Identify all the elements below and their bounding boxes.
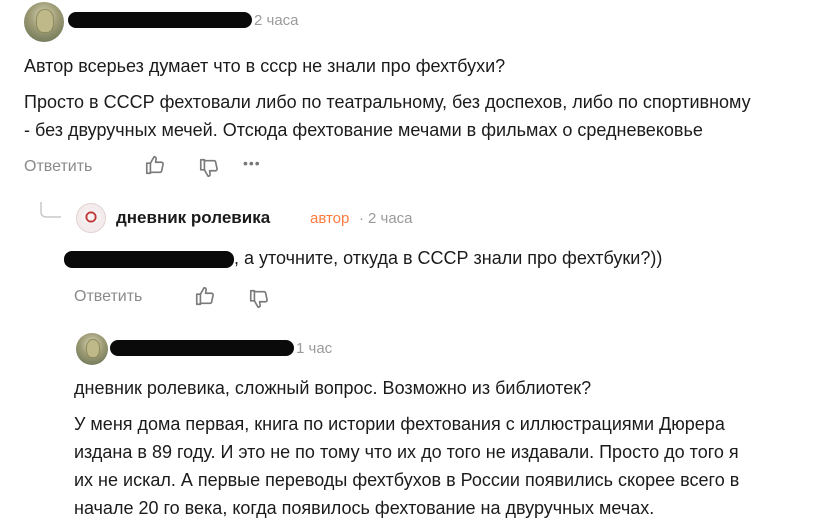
comment-text: У меня дома первая, книга по истории фех… xyxy=(74,414,725,434)
mention-redacted[interactable] xyxy=(64,251,234,268)
comment-text: Просто в СССР фехтовали либо по театраль… xyxy=(24,92,751,112)
comment-text: - без двуручных мечей. Отсюда фехтование… xyxy=(24,120,703,140)
comment-text: дневник ролевика, сложный вопрос. Возмож… xyxy=(74,378,592,398)
separator: · xyxy=(359,210,364,227)
reply-button[interactable]: Ответить xyxy=(24,158,92,176)
dislike-icon[interactable] xyxy=(248,288,270,310)
comment-text: , а уточните, откуда в СССР знали про фе… xyxy=(234,248,663,268)
comment-text: издана в 89 году. И это не по тому что и… xyxy=(74,442,739,462)
author-name[interactable]: дневник ролевика xyxy=(116,208,270,228)
comment-time: 2 часа xyxy=(254,12,299,29)
reply-button[interactable]: Ответить xyxy=(74,288,142,306)
like-icon[interactable] xyxy=(194,285,216,307)
more-icon[interactable]: ••• xyxy=(243,155,261,171)
comment-time: 1 час xyxy=(296,340,333,357)
avatar[interactable] xyxy=(76,333,108,365)
username-redacted[interactable] xyxy=(110,340,294,356)
comment-text: Автор всерьез думает что в ссср не знали… xyxy=(24,56,506,76)
comment-text: их не искал. А первые переводы фехтбухов… xyxy=(74,470,740,490)
author-badge: автор xyxy=(310,210,350,227)
comment-time: 2 часа xyxy=(368,210,413,227)
avatar[interactable] xyxy=(24,2,64,42)
avatar[interactable] xyxy=(76,203,106,233)
username-redacted[interactable] xyxy=(68,12,252,28)
comment-text: начале 20 го века, когда появилось фехто… xyxy=(74,498,655,518)
thread-line-icon xyxy=(40,202,62,220)
like-icon[interactable] xyxy=(144,154,166,176)
dislike-icon[interactable] xyxy=(198,157,220,179)
